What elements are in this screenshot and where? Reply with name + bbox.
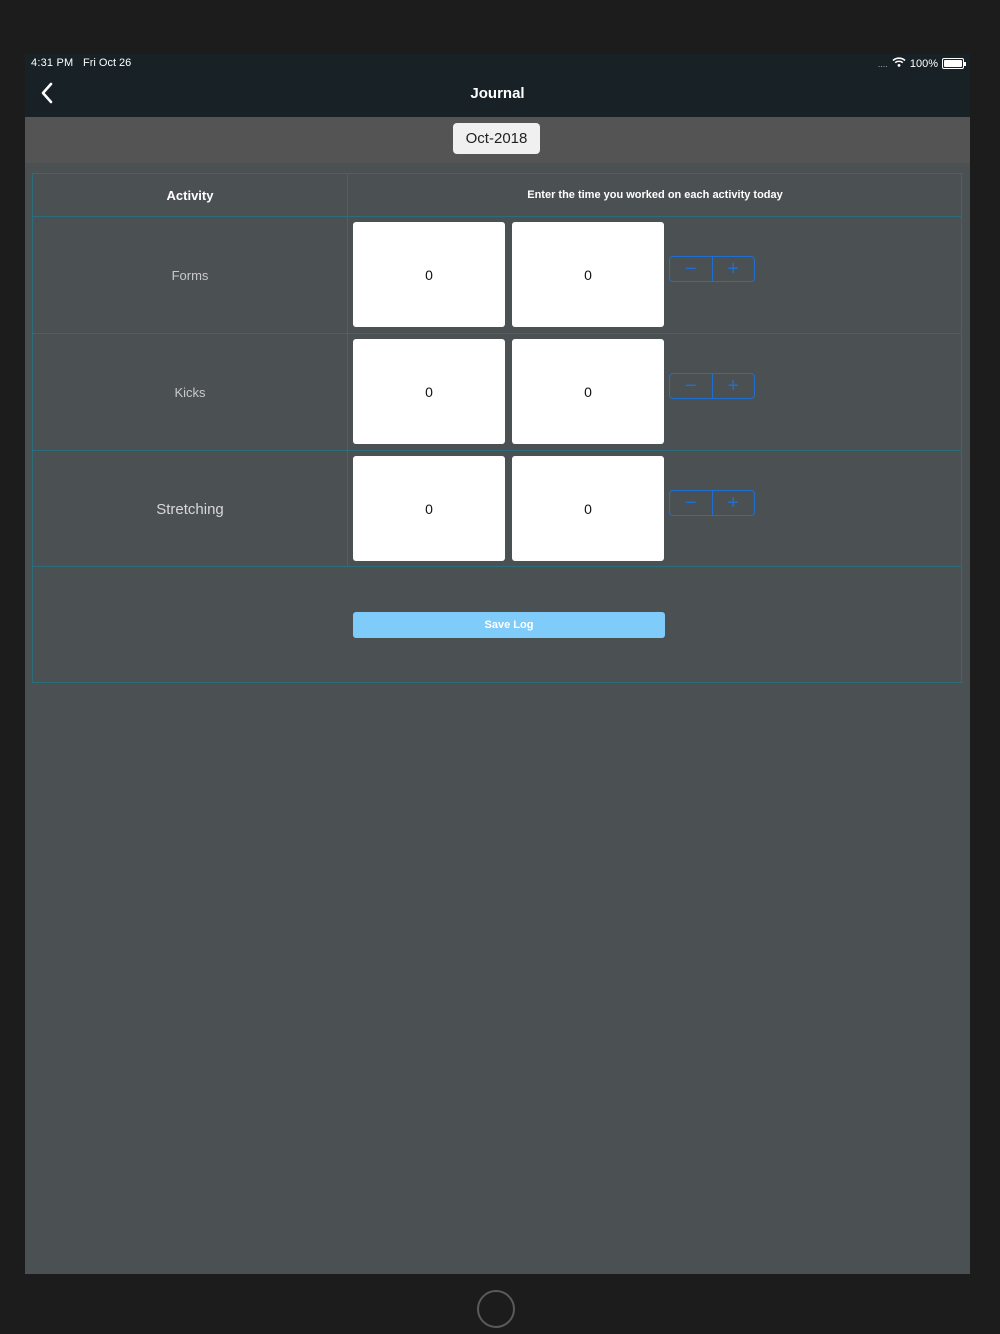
- activity-label: Stretching: [156, 500, 224, 518]
- month-selector[interactable]: Oct-2018: [453, 123, 540, 154]
- activity-label: Kicks: [174, 384, 206, 400]
- status-date: Fri Oct 26: [83, 57, 132, 69]
- status-time: 4:31 PM: [31, 57, 74, 69]
- status-bar: 4:31 PM Fri Oct 26 .... 100%: [25, 54, 970, 72]
- stepper: − +: [669, 256, 755, 282]
- header-activity: Activity: [166, 187, 214, 203]
- time-input-1[interactable]: 0: [353, 456, 505, 561]
- header-instruction: Enter the time you worked on each activi…: [527, 189, 783, 201]
- wifi-icon: [892, 57, 906, 70]
- battery-percent: 100%: [909, 57, 938, 70]
- increment-button[interactable]: +: [713, 491, 755, 515]
- increment-button[interactable]: +: [713, 374, 755, 398]
- journal-table: Activity Enter the time you worked on ea…: [32, 173, 962, 683]
- page-title: Journal: [470, 85, 525, 102]
- stepper: − +: [669, 373, 755, 399]
- decrement-button[interactable]: −: [670, 374, 713, 398]
- status-right: .... 100%: [877, 57, 966, 70]
- time-input-1[interactable]: 0: [353, 222, 505, 327]
- decrement-button[interactable]: −: [670, 257, 713, 281]
- home-button[interactable]: [477, 1290, 515, 1328]
- increment-button[interactable]: +: [713, 257, 755, 281]
- month-bar: Oct-2018: [25, 117, 970, 163]
- stepper: − +: [669, 490, 755, 516]
- navigation-bar: Journal: [25, 72, 970, 117]
- activity-label: Forms: [171, 267, 209, 283]
- time-input-1[interactable]: 0: [353, 339, 505, 444]
- table-row-kicks: Kicks 0 0 − +: [33, 334, 961, 450]
- time-input-2[interactable]: 0: [512, 456, 664, 561]
- decrement-button[interactable]: −: [670, 491, 713, 515]
- signal-icon: ....: [877, 58, 888, 69]
- save-log-button[interactable]: Save Log: [353, 612, 665, 638]
- time-input-2[interactable]: 0: [512, 222, 664, 327]
- battery-icon: [942, 58, 966, 69]
- time-input-2[interactable]: 0: [512, 339, 664, 444]
- app-screen: 4:31 PM Fri Oct 26 .... 100% Journal Oct…: [25, 54, 970, 1274]
- table-row-stretching: Stretching 0 0 − +: [33, 451, 961, 567]
- table-row-forms: Forms 0 0 − +: [33, 217, 961, 333]
